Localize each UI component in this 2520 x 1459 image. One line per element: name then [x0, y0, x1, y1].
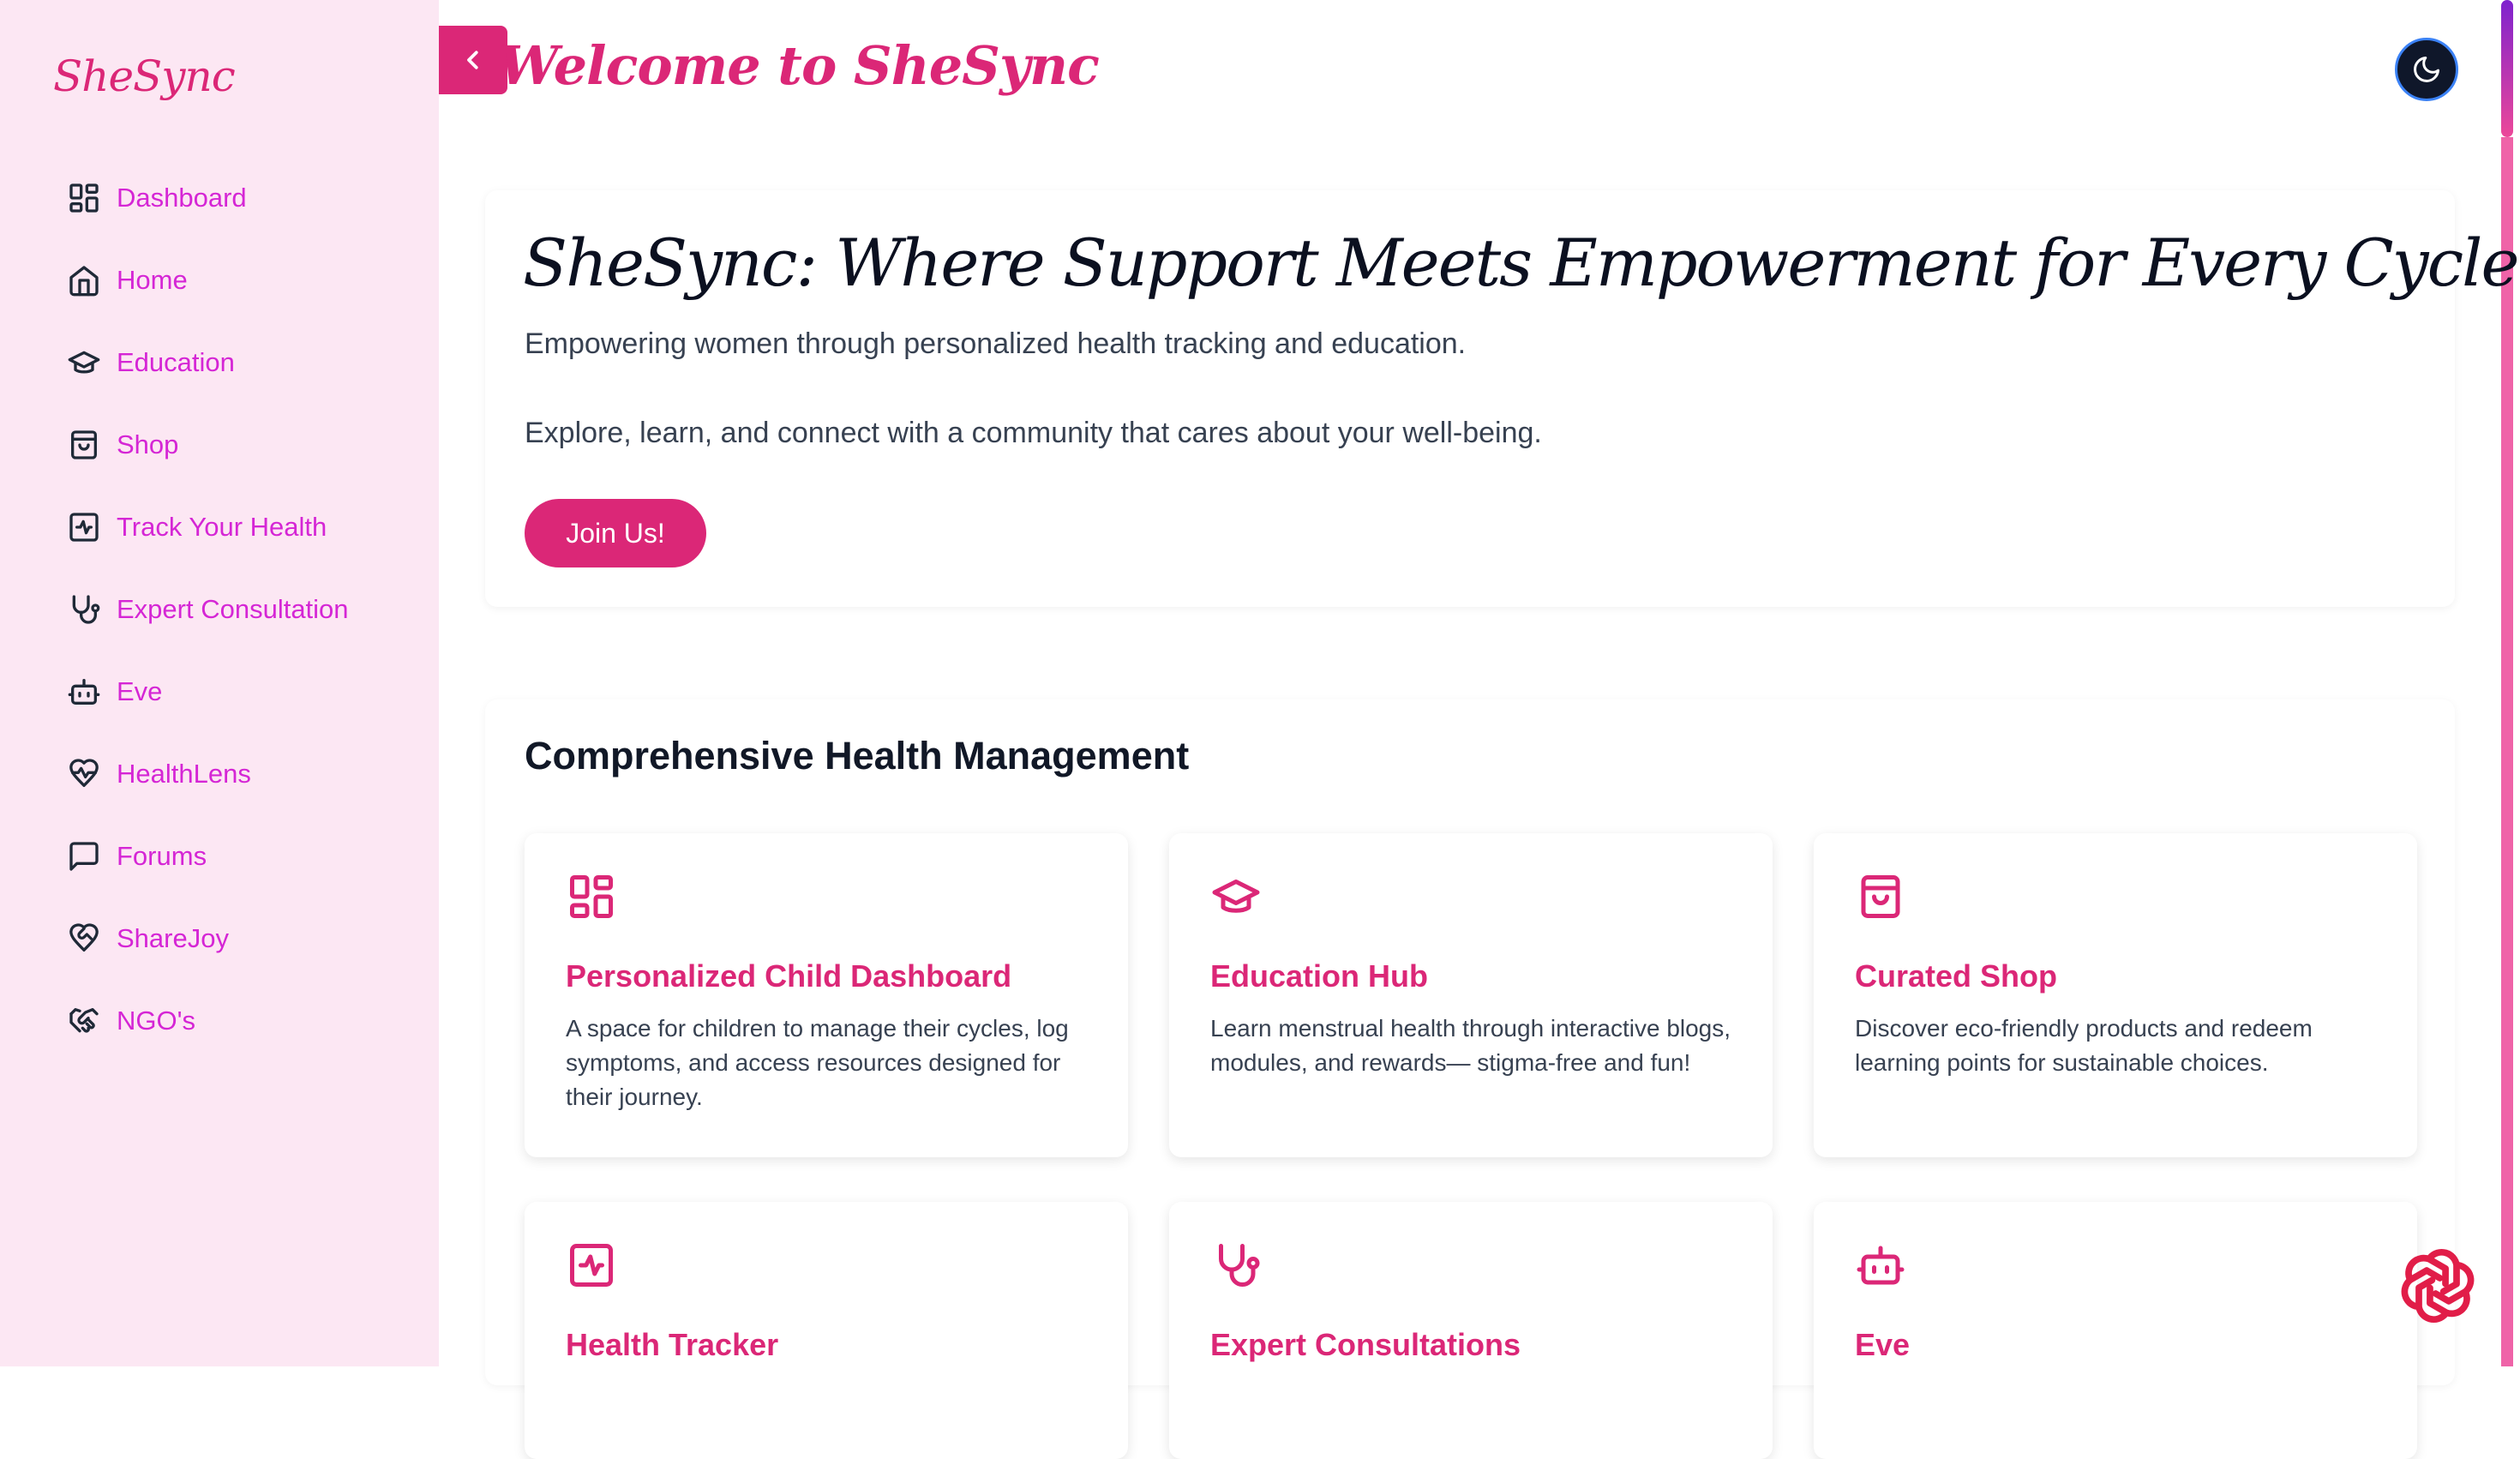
graduation-cap-icon: [67, 345, 101, 380]
robot-icon: [67, 675, 101, 709]
ai-knot-icon: [2391, 1239, 2485, 1333]
features-section: Comprehensive Health Management Personal…: [485, 699, 2455, 1459]
join-us-button[interactable]: Join Us!: [525, 499, 706, 567]
sidebar-item-eve[interactable]: Eve: [67, 651, 349, 733]
moon-icon: [2411, 54, 2442, 85]
activity-icon: [67, 510, 101, 544]
sidebar-item-label: Home: [117, 265, 188, 295]
graduation-cap-icon: [1210, 871, 1262, 922]
card-description: Learn menstrual health through interacti…: [1210, 1015, 1731, 1076]
sidebar-item-track-your-health[interactable]: Track Your Health: [67, 486, 349, 568]
collapse-sidebar-button[interactable]: [439, 26, 507, 94]
sidebar-item-education[interactable]: Education: [67, 321, 349, 404]
sidebar: SheSync Dashboard Home Education Shop Tr…: [0, 0, 439, 1366]
heart-pulse-icon: [67, 757, 101, 791]
dark-mode-toggle[interactable]: [2395, 38, 2458, 101]
feature-card-health-tracker[interactable]: Health Tracker: [525, 1202, 1128, 1459]
card-title: Expert Consultations: [1210, 1327, 1521, 1362]
heart-handshake-icon: [67, 922, 101, 956]
stethoscope-icon: [67, 592, 101, 627]
sidebar-item-label: Eve: [117, 676, 163, 706]
hero-tagline: Empowering women through personalized he…: [525, 327, 1467, 360]
sidebar-item-label: NGO's: [117, 1006, 196, 1036]
section-title: Comprehensive Health Management: [525, 734, 1190, 778]
sidebar-item-label: Education: [117, 347, 235, 377]
sidebar-item-home[interactable]: Home: [67, 239, 349, 321]
page-title: Welcome to SheSync: [499, 34, 1100, 97]
sidebar-item-sharejoy[interactable]: ShareJoy: [67, 898, 349, 980]
feature-card-child-dashboard[interactable]: Personalized Child Dashboard A space for…: [525, 833, 1128, 1157]
feature-card-expert-consultations[interactable]: Expert Consultations: [1169, 1202, 1773, 1459]
sidebar-item-ngos[interactable]: NGO's: [67, 980, 349, 1062]
sidebar-item-label: ShareJoy: [117, 923, 229, 953]
home-icon: [67, 263, 101, 297]
dashboard-grid-icon: [566, 871, 617, 922]
chevron-left-icon: [460, 47, 486, 73]
robot-icon: [1855, 1240, 1906, 1291]
scrollbar-thumb[interactable]: [2501, 0, 2513, 137]
brand-logo[interactable]: SheSync: [53, 51, 236, 101]
hero-description: Explore, learn, and connect with a commu…: [525, 417, 1542, 449]
message-square-icon: [67, 839, 101, 874]
sidebar-item-expert-consultation[interactable]: Expert Consultation: [67, 568, 349, 651]
card-description: A space for children to manage their cyc…: [566, 1015, 1069, 1110]
card-title: Eve: [1855, 1327, 1911, 1362]
feature-card-education-hub[interactable]: Education Hub Learn menstrual health thr…: [1169, 833, 1773, 1157]
stethoscope-icon: [1210, 1240, 1262, 1291]
activity-icon: [566, 1240, 617, 1291]
hero-title: SheSync: Where Support Meets Empowerment…: [523, 225, 2520, 301]
feature-card-eve[interactable]: Eve: [1814, 1202, 2417, 1459]
sidebar-item-healthlens[interactable]: HealthLens: [67, 733, 349, 815]
scrollbar-track[interactable]: [2501, 137, 2513, 1366]
card-title: Education Hub: [1210, 958, 1428, 994]
card-title: Curated Shop: [1855, 958, 2058, 994]
handshake-icon: [67, 1004, 101, 1038]
sidebar-item-label: Forums: [117, 841, 207, 871]
sidebar-item-label: HealthLens: [117, 759, 251, 789]
sidebar-item-label: Dashboard: [117, 183, 247, 213]
shopping-bag-icon: [1855, 871, 1906, 922]
sidebar-item-label: Track Your Health: [117, 512, 327, 542]
sidebar-item-dashboard[interactable]: Dashboard: [67, 157, 349, 239]
sidebar-item-label: Expert Consultation: [117, 594, 349, 624]
feature-card-curated-shop[interactable]: Curated Shop Discover eco-friendly produ…: [1814, 833, 2417, 1157]
hero-section: SheSync: Where Support Meets Empowerment…: [485, 190, 2520, 607]
chatbot-button[interactable]: [2386, 1234, 2489, 1337]
dashboard-grid-icon: [67, 181, 101, 215]
sidebar-item-shop[interactable]: Shop: [67, 404, 349, 486]
sidebar-nav: Dashboard Home Education Shop Track Your…: [67, 157, 349, 1062]
card-title: Health Tracker: [566, 1327, 779, 1362]
sidebar-item-label: Shop: [117, 429, 179, 459]
sidebar-item-forums[interactable]: Forums: [67, 815, 349, 898]
card-title: Personalized Child Dashboard: [566, 958, 1012, 994]
shopping-bag-icon: [67, 428, 101, 462]
card-description: Discover eco-friendly products and redee…: [1855, 1015, 2313, 1076]
